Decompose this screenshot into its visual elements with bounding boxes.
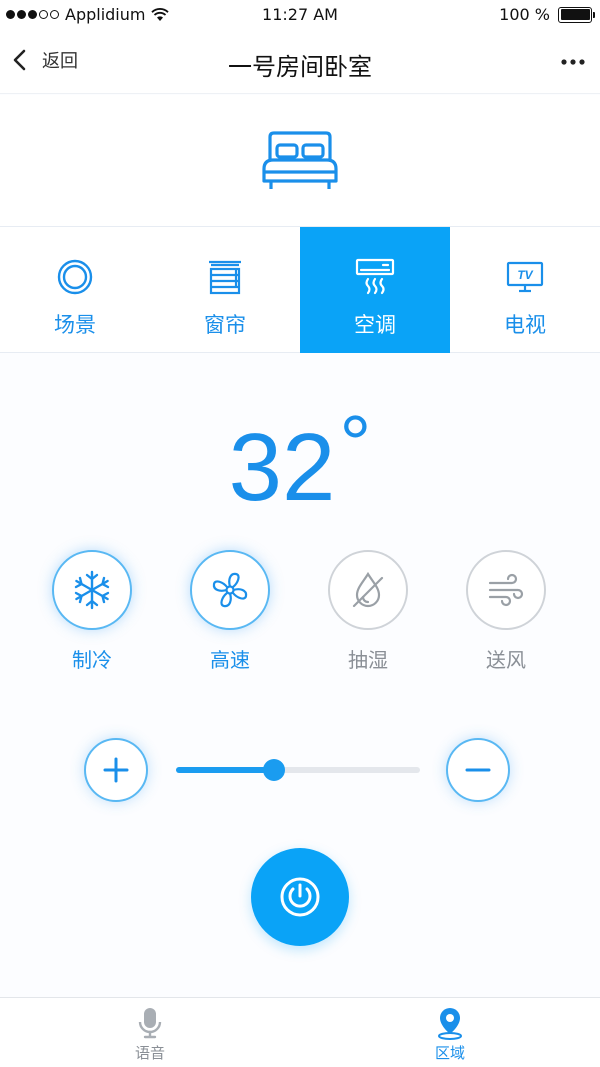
mode-label: 高速 <box>210 648 250 672</box>
navigation-bar: 返回 一号房间卧室 <box>0 30 600 94</box>
mode-selector: 制冷 高速 抽湿 送风 <box>0 550 600 680</box>
temperature-slider[interactable] <box>176 759 420 781</box>
power-button[interactable] <box>251 848 349 946</box>
mode-high-speed[interactable]: 高速 <box>170 550 290 673</box>
snowflake-icon <box>74 570 110 610</box>
mode-button[interactable] <box>328 550 408 630</box>
increase-button[interactable] <box>84 738 148 802</box>
mode-button[interactable] <box>466 550 546 630</box>
wind-icon <box>488 573 524 607</box>
fan-icon <box>212 572 248 608</box>
battery-status: 100 % <box>499 5 595 24</box>
tv-icon: TV <box>506 261 544 293</box>
tab-scene[interactable]: 场景 <box>0 227 150 353</box>
mode-button[interactable] <box>190 550 270 630</box>
microphone-icon <box>138 1008 162 1039</box>
dehumidify-icon <box>352 571 384 608</box>
tab-air-conditioner[interactable]: 空调 <box>300 227 450 353</box>
temperature-value: 32 <box>228 414 336 521</box>
bottom-tab-voice[interactable]: 语音 <box>0 998 300 1067</box>
bottom-tab-label: 语音 <box>134 1044 165 1062</box>
slider-thumb[interactable] <box>262 759 285 781</box>
location-pin-icon <box>438 1008 462 1040</box>
mode-fan-only[interactable]: 送风 <box>446 550 566 673</box>
room-header <box>0 95 600 226</box>
bottom-tab-bar: 语音 区域 <box>0 997 600 1067</box>
temperature-unit: ° <box>339 399 372 488</box>
mode-dehumidify[interactable]: 抽湿 <box>308 550 428 673</box>
mode-label: 送风 <box>486 648 526 672</box>
tab-label: 场景 <box>54 313 96 337</box>
minus-icon <box>465 768 491 772</box>
bottom-tab-label: 区域 <box>434 1044 465 1062</box>
temperature-adjust <box>0 738 600 804</box>
slider-fill <box>176 767 274 773</box>
tv-icon-text: TV <box>517 268 533 282</box>
scene-ring-icon <box>57 259 93 295</box>
battery-icon <box>558 6 595 23</box>
air-conditioner-icon <box>355 258 395 295</box>
mode-label: 制冷 <box>72 648 112 672</box>
status-bar: Applidium 11:27 AM 100 % <box>0 0 600 30</box>
mode-cool[interactable]: 制冷 <box>32 550 152 673</box>
curtain-icon <box>209 260 241 295</box>
temperature-display: 32° <box>0 404 600 516</box>
battery-percentage: 100 % <box>499 5 550 24</box>
tab-curtain[interactable]: 窗帘 <box>150 227 300 353</box>
mode-button[interactable] <box>52 550 132 630</box>
tab-label: 空调 <box>354 313 396 337</box>
power-icon <box>280 877 320 917</box>
page-title: 一号房间卧室 <box>228 53 372 81</box>
more-options-icon[interactable] <box>558 50 588 74</box>
bottom-tab-area[interactable]: 区域 <box>300 998 600 1067</box>
bed-icon <box>262 131 338 189</box>
mode-label: 抽湿 <box>348 648 388 672</box>
tab-label: 电视 <box>504 313 546 337</box>
tab-tv[interactable]: TV 电视 <box>450 227 600 353</box>
tab-label: 窗帘 <box>204 313 246 337</box>
plus-icon <box>103 757 129 783</box>
device-tabs: 场景 窗帘 空调 TV 电视 <box>0 226 600 353</box>
decrease-button[interactable] <box>446 738 510 802</box>
